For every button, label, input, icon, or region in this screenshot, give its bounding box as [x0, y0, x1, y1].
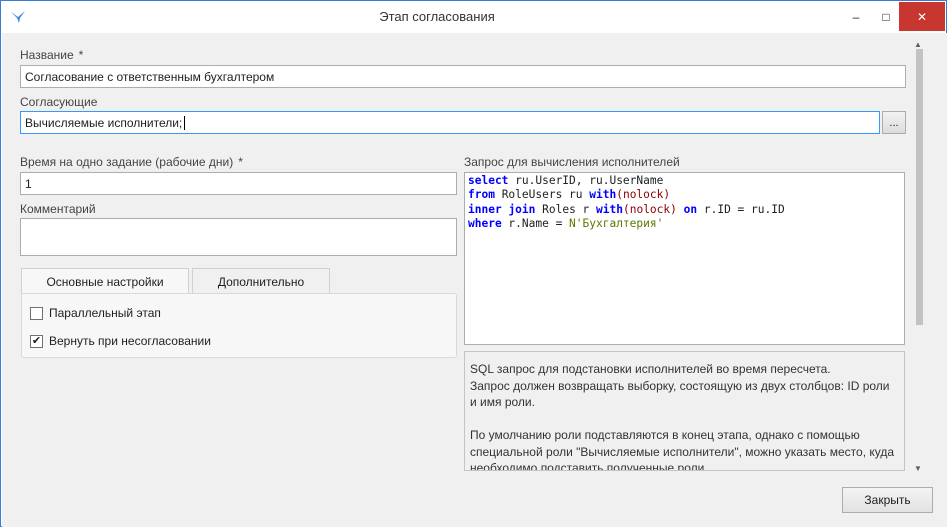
text-caret [184, 115, 186, 130]
sql-line: where r.Name = N'Бухгалтерия' [468, 216, 664, 230]
scrollbar-thumb[interactable] [916, 49, 923, 325]
checkmark-icon: ✔ [30, 334, 43, 348]
approvers-input[interactable]: Вычисляемые исполнители; [20, 111, 880, 134]
parallel-stage-label: Параллельный этап [49, 306, 161, 320]
window-title: Этап согласования [379, 9, 495, 24]
browse-approvers-button[interactable]: ... [882, 111, 906, 134]
dialog-window: Этап согласования – □ ✕ Название * Соглас… [0, 0, 947, 527]
close-button[interactable]: Закрыть [842, 487, 933, 513]
minimize-button[interactable]: – [839, 2, 873, 31]
title-bar[interactable]: Этап согласования – □ ✕ [1, 1, 946, 33]
maximize-button[interactable]: □ [873, 2, 899, 31]
tab-panel: Параллельный этап ✔ Вернуть при несоглас… [21, 293, 457, 358]
minimize-icon: – [852, 9, 860, 24]
parallel-stage-checkbox[interactable]: Параллельный этап [30, 306, 161, 320]
tab-additional[interactable]: Дополнительно [192, 268, 330, 294]
sql-line: inner join Roles r with(nolock) on r.ID … [468, 202, 785, 216]
help-paragraph [470, 411, 899, 428]
close-icon: ✕ [916, 9, 928, 24]
scroll-up-icon[interactable]: ▲ [914, 40, 922, 49]
sql-line: select ru.UserID, ru.UserName [468, 174, 664, 187]
help-text: SQL запрос для подстановки исполнителей … [464, 351, 905, 471]
time-input[interactable]: 1 [20, 172, 457, 195]
query-label: Запрос для вычисления исполнителей [464, 155, 680, 169]
vertical-scrollbar[interactable]: ▲ ▼ [911, 40, 928, 478]
help-paragraph: SQL запрос для подстановки исполнителей … [470, 362, 831, 376]
checkbox-unchecked-icon [30, 306, 43, 320]
close-window-button[interactable]: ✕ [899, 2, 945, 31]
return-on-reject-checkbox[interactable]: ✔ Вернуть при несогласовании [30, 334, 211, 348]
name-input[interactable]: Согласование с ответственным бухгалтером [20, 65, 906, 88]
sql-line: from RoleUsers ru with(nolock) [468, 188, 671, 202]
required-mark: * [78, 48, 84, 62]
time-label: Время на одно задание (рабочие дни) * [20, 155, 243, 169]
scroll-down-icon[interactable]: ▼ [914, 464, 922, 473]
sql-query-editor[interactable]: select ru.UserID, ru.UserName from RoleUs… [464, 172, 905, 345]
help-paragraph: Запрос должен возвращать выборку, состоя… [470, 378, 890, 410]
name-value: Согласование с ответственным бухгалтером [25, 69, 275, 84]
dialog-content: Название * Согласование с ответственным б… [2, 33, 947, 527]
approvers-label: Согласующие [20, 95, 98, 109]
return-on-reject-label: Вернуть при несогласовании [49, 334, 211, 348]
help-paragraph: По умолчанию роли подставляются в конец … [470, 428, 895, 471]
comment-label: Комментарий [20, 202, 96, 216]
tab-main-settings[interactable]: Основные настройки [21, 268, 189, 294]
approvers-value: Вычисляемые исполнители; [25, 115, 183, 130]
maximize-icon: □ [882, 9, 890, 24]
comment-input[interactable] [20, 218, 457, 256]
time-value: 1 [25, 176, 32, 191]
required-mark: * [238, 155, 243, 169]
name-label: Название * [20, 48, 84, 62]
